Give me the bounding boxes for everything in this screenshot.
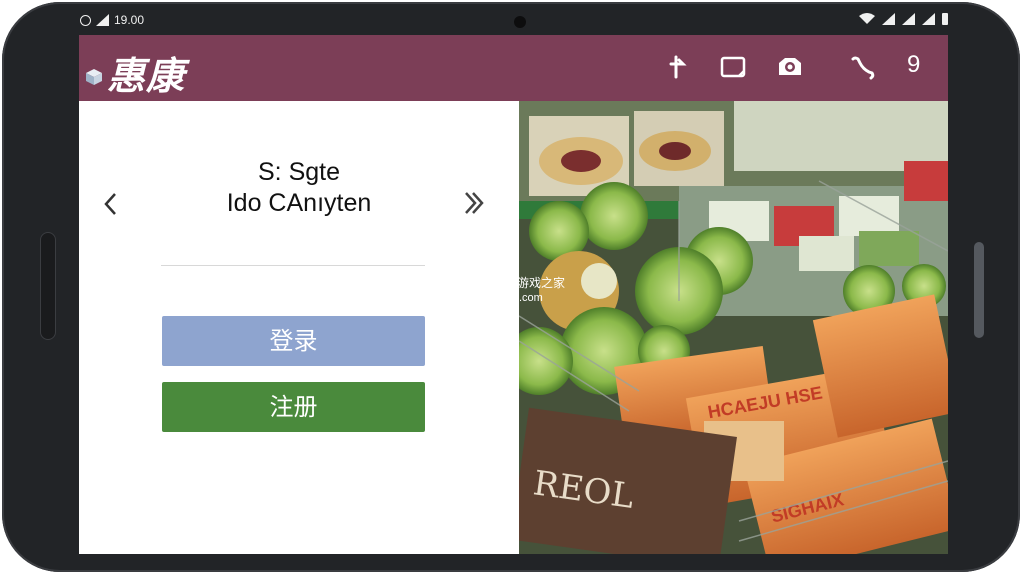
alarm-icon <box>80 14 91 26</box>
status-bar: 19.00 <box>80 10 948 32</box>
watermark-brand: K73 <box>449 273 500 304</box>
app-screen: 惠康 9 S: Sgte Ido CAnıyten 登录 注册 HCAEJU H… <box>79 35 948 554</box>
slide-headline: S: Sgte Ido CAnıyten <box>179 157 419 219</box>
login-button[interactable]: 登录 <box>162 316 425 366</box>
pin-icon[interactable] <box>664 53 692 81</box>
watermark-tagline: 游戏之家 <box>517 275 565 290</box>
watermark-domain: .com <box>519 292 543 304</box>
produce-image: HCAEJU HSE SIGHAIX REOL <box>519 101 948 554</box>
status-time: 19.00 <box>114 13 145 27</box>
register-button[interactable]: 注册 <box>162 382 425 432</box>
divider <box>161 265 425 266</box>
camera-icon[interactable] <box>776 53 804 81</box>
notification-count[interactable]: 9 <box>907 51 920 79</box>
cube-logo-icon <box>86 69 102 85</box>
app-title: 惠康 <box>107 53 186 98</box>
phone-icon[interactable] <box>849 53 877 81</box>
double-chevron-right-icon[interactable] <box>462 189 486 217</box>
k73-watermark: K73 游戏之家 .com <box>449 272 565 305</box>
app-header: 惠康 9 <box>79 35 948 101</box>
headline-line-1: S: Sgte <box>258 158 340 186</box>
produce-photo: HCAEJU HSE SIGHAIX REOL <box>519 101 948 554</box>
wifi-icon <box>859 13 875 24</box>
signal-icon <box>96 14 109 26</box>
speaker-grille <box>40 232 56 340</box>
tablet-icon[interactable] <box>719 53 747 81</box>
chevron-left-icon[interactable] <box>101 191 121 217</box>
login-panel: S: Sgte Ido CAnıyten 登录 注册 <box>79 101 519 554</box>
signal-bars-icon <box>902 13 915 25</box>
side-button <box>974 242 984 338</box>
signal-bars-icon <box>922 13 935 25</box>
battery-icon <box>942 13 948 25</box>
signal-bars-icon <box>882 13 895 25</box>
headline-line-2: Ido CAnıyten <box>226 189 372 217</box>
